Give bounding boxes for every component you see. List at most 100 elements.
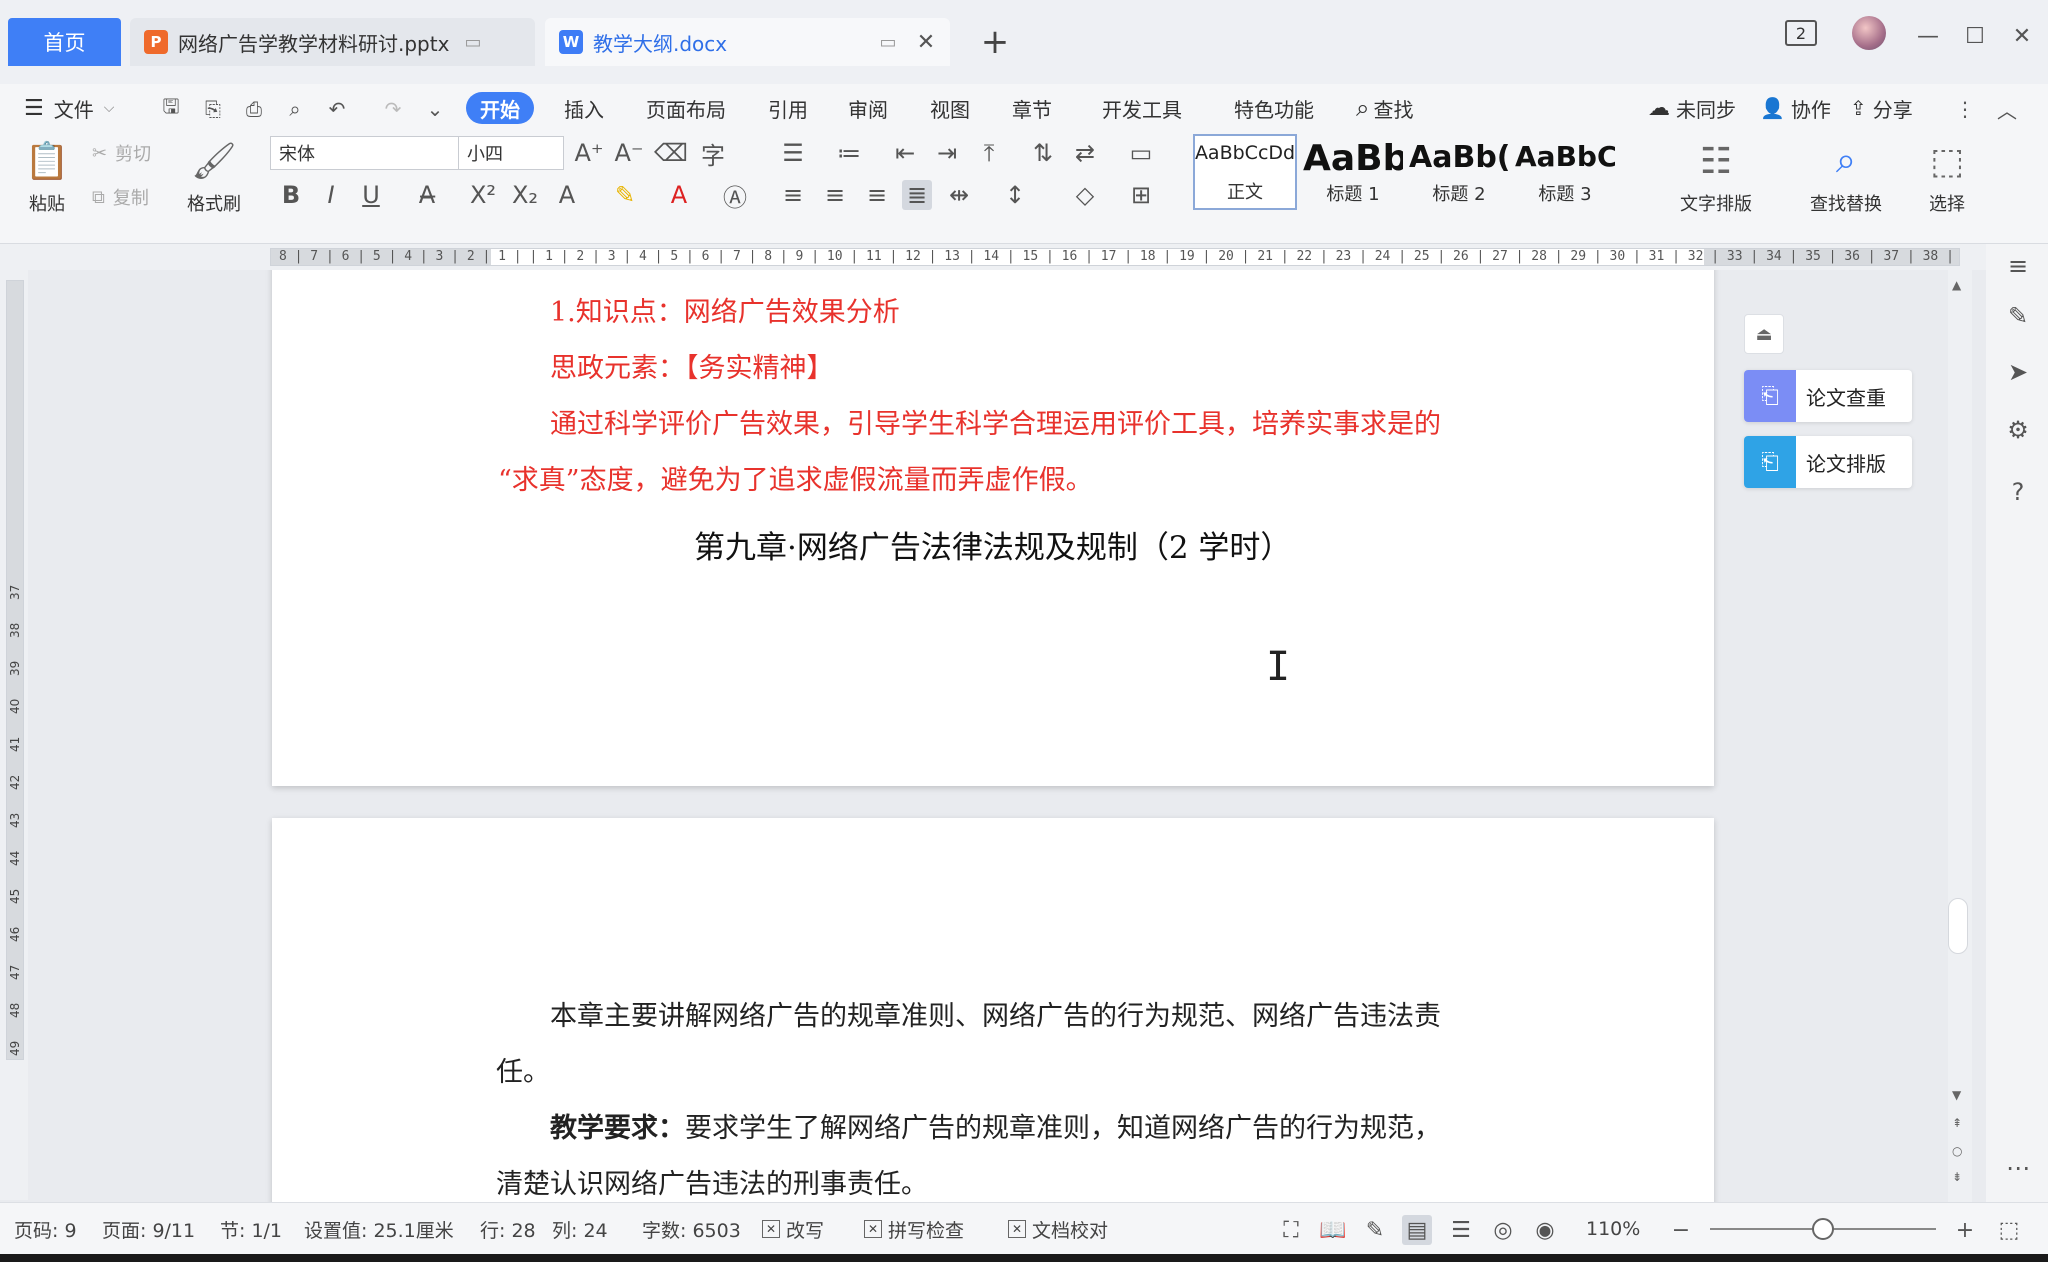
text-effect-icon[interactable]: A	[552, 180, 582, 210]
next-page-icon[interactable]: ⇟	[1952, 1170, 1962, 1184]
chinese-layout-icon[interactable]: ⤒	[974, 138, 1004, 168]
font-size-select[interactable]: 小四	[458, 136, 564, 170]
window-count-badge[interactable]: 2	[1785, 20, 1817, 46]
page-9[interactable]: 1.知识点：网络广告效果分析 思政元素：【务实精神】 通过科学评价广告效果，引导…	[272, 270, 1714, 786]
customize-icon[interactable]: ⌄	[420, 94, 450, 124]
cursor-icon[interactable]: ➤	[2002, 356, 2034, 388]
paste-button[interactable]: 📋 粘贴	[20, 132, 74, 216]
style-heading3[interactable]: AaBbC( 标题 3	[1513, 134, 1617, 210]
font-color-icon[interactable]: A	[664, 180, 694, 210]
eraser-icon[interactable]: ⌫	[654, 138, 688, 168]
tab-view[interactable]: 视图	[930, 84, 970, 132]
paragraph-line[interactable]: 1.知识点：网络广告效果分析	[550, 290, 900, 329]
scroll-up-icon[interactable]: ▲	[1952, 278, 1961, 292]
tab-references[interactable]: 引用	[768, 84, 808, 132]
justify-icon[interactable]: ≣	[902, 180, 932, 210]
scroll-down-icon[interactable]: ▼	[1952, 1088, 1961, 1102]
new-tab-button[interactable]: +	[978, 22, 1012, 62]
thesis-format-button[interactable]: ⎗ 论文排版	[1744, 436, 1912, 488]
shading-icon[interactable]: ◇	[1070, 180, 1100, 210]
edit-mode-icon[interactable]: ✎	[1360, 1215, 1390, 1245]
char-border-icon[interactable]: Ⓐ	[720, 180, 750, 212]
border-icon[interactable]: ⊞	[1126, 180, 1156, 210]
monitor-icon[interactable]: ▭	[875, 30, 901, 54]
status-row[interactable]: 行: 28	[480, 1203, 536, 1255]
tab-page-layout[interactable]: 页面布局	[646, 84, 726, 132]
distribute-icon[interactable]: ⇹	[944, 180, 974, 210]
file-menu[interactable]: ☰ 文件 ⌵	[24, 84, 114, 132]
vertical-ruler[interactable]: 37 38 39 40 41 42 43 44 45 46 47 48 49	[0, 270, 28, 1200]
zoom-level[interactable]: 110%	[1586, 1203, 1640, 1255]
decrease-indent-icon[interactable]: ⇤	[890, 138, 920, 168]
status-page-code[interactable]: 页码: 9	[14, 1203, 77, 1255]
tab-insert[interactable]: 插入	[564, 84, 604, 132]
italic-icon[interactable]: I	[316, 180, 346, 210]
status-word-count[interactable]: 字数: 6503	[642, 1203, 741, 1255]
select-button[interactable]: ⬚ 选择	[1912, 132, 1982, 216]
font-family-select[interactable]: 宋体	[270, 136, 460, 170]
maximize-icon[interactable]: ☐	[1957, 18, 1993, 54]
underline-icon[interactable]: U	[356, 180, 386, 210]
sync-button[interactable]: ☁ 未同步	[1648, 84, 1736, 132]
scroll-thumb[interactable]	[1948, 898, 1968, 954]
grow-font-icon[interactable]: A⁺	[574, 138, 604, 168]
tab-docx[interactable]: W 教学大纲.docx ▭ ✕	[545, 18, 950, 66]
status-setting[interactable]: 设置值: 25.1厘米	[304, 1203, 454, 1255]
subscript-icon[interactable]: X₂	[510, 180, 540, 210]
monitor-icon[interactable]: ▭	[460, 30, 486, 54]
bold-icon[interactable]: B	[276, 180, 306, 210]
horizontal-ruler[interactable]: 8 | 7 | 6 | 5 | 4 | 3 | 2 | 1 | | 1 | 2 …	[0, 244, 2048, 270]
paragraph-line[interactable]: 清楚认识网络广告违法的刑事责任。	[496, 1162, 928, 1201]
superscript-icon[interactable]: X²	[468, 180, 498, 210]
vertical-scrollbar[interactable]: ▲ ▼ ⇞ ○ ⇟	[1948, 270, 1972, 1202]
copy-button[interactable]: ⧉ 复制	[92, 184, 149, 210]
more-icon[interactable]: ⋮	[1950, 94, 1980, 124]
increase-indent-icon[interactable]: ⇥	[932, 138, 962, 168]
collapse-ribbon-icon[interactable]: ︿	[1992, 94, 2022, 124]
line-spacing-icon[interactable]: ↕	[1000, 180, 1030, 210]
plagiarism-check-button[interactable]: ⎗ 论文查重	[1744, 370, 1912, 422]
chapter-heading[interactable]: 第九章·网络广告法律法规及规制（2 学时）	[694, 522, 1291, 567]
align-left-icon[interactable]: ≡	[778, 180, 808, 210]
save-icon[interactable]: 🖫	[156, 94, 186, 124]
tab-review[interactable]: 审阅	[848, 84, 888, 132]
paragraph-direction-icon[interactable]: ⇄	[1070, 138, 1100, 168]
tab-start[interactable]: 开始	[466, 92, 534, 124]
paragraph-line[interactable]: 本章主要讲解网络广告的规章准则、网络广告的行为规范、网络广告违法责	[550, 994, 1441, 1033]
paragraph-line[interactable]: 通过科学评价广告效果，引导学生科学合理运用评价工具，培养实事求是的	[550, 402, 1441, 441]
reading-mode-icon[interactable]: 📖	[1318, 1215, 1348, 1245]
sliders-icon[interactable]: ⚙	[2002, 414, 2034, 446]
zoom-slider-knob[interactable]	[1812, 1218, 1834, 1240]
undo-icon[interactable]: ↶	[322, 94, 352, 124]
status-col[interactable]: 列: 24	[552, 1203, 608, 1255]
avatar[interactable]	[1852, 16, 1886, 50]
fit-window-icon[interactable]: ⬚	[1994, 1215, 2024, 1245]
collapse-panel-icon[interactable]: ⏏	[1744, 314, 1784, 354]
prev-page-icon[interactable]: ⇞	[1952, 1116, 1962, 1130]
paragraph-line[interactable]: 思政元素：【务实精神】	[550, 346, 834, 385]
menu-icon[interactable]: ≡	[2002, 250, 2034, 282]
phonetic-icon[interactable]: 字	[698, 138, 728, 170]
web-view-icon[interactable]: ◎	[1488, 1215, 1518, 1245]
overwrite-toggle[interactable]: ✕ 改写	[762, 1203, 824, 1255]
style-normal[interactable]: AaBbCcDd 正文	[1193, 134, 1297, 210]
eye-protect-icon[interactable]: ◉	[1530, 1215, 1560, 1245]
find-replace-button[interactable]: ⌕ 查找替换	[1796, 132, 1896, 216]
outline-view-icon[interactable]: ☰	[1446, 1215, 1476, 1245]
sort-icon[interactable]: ⇅	[1028, 138, 1058, 168]
cut-button[interactable]: ✂ 剪切	[92, 140, 151, 166]
numbered-list-icon[interactable]: ≔	[834, 138, 864, 168]
collab-button[interactable]: 👤 协作	[1760, 84, 1831, 132]
print-preview-icon[interactable]: ⌕	[280, 94, 310, 124]
paragraph-line[interactable]: 任。	[496, 1050, 550, 1089]
browse-object-icon[interactable]: ○	[1952, 1144, 1962, 1158]
text-layout-button[interactable]: ☷ 文字排版	[1666, 132, 1766, 216]
paragraph-line[interactable]: 教学要求：要求学生了解网络广告的规章准则，知道网络广告的行为规范，	[550, 1106, 1441, 1145]
home-tab[interactable]: 首页	[8, 18, 121, 66]
help-icon[interactable]: ?	[2002, 476, 2034, 508]
page-view-icon[interactable]: ▤	[1402, 1215, 1432, 1245]
format-painter-button[interactable]: 🖌 格式刷	[182, 132, 246, 216]
more-horizontal-icon[interactable]: ⋯	[2002, 1152, 2034, 1184]
paragraph-line[interactable]: “求真”态度，避免为了追求虚假流量而弄虚作假。	[498, 458, 1093, 497]
strikethrough-icon[interactable]: A̶	[412, 180, 442, 210]
